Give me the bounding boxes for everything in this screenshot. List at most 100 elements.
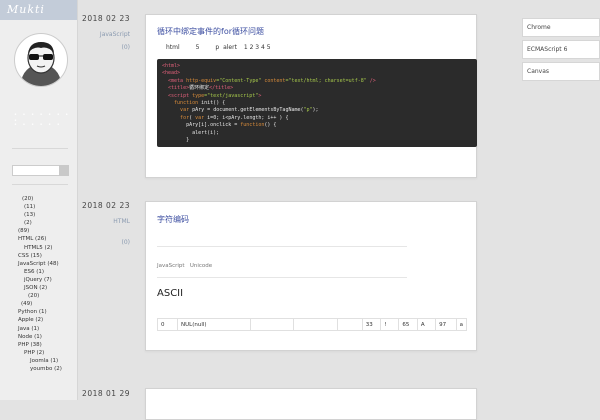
- post-title[interactable]: 循环中绑定事件的for循环问题: [157, 26, 264, 37]
- post-category[interactable]: HTML: [78, 218, 130, 225]
- tag-canvas[interactable]: Canvas: [522, 62, 600, 81]
- code-token: var: [195, 114, 208, 121]
- divider: [157, 277, 407, 278]
- sidebar-tag[interactable]: JSON (2): [0, 284, 77, 292]
- post-tags[interactable]: JavaScript Unicode: [157, 263, 212, 269]
- sidebar-tag[interactable]: (11): [0, 203, 77, 211]
- sidebar-tag[interactable]: (13): [0, 211, 77, 219]
- sidebar-tag[interactable]: (2): [0, 219, 77, 227]
- tag-chrome[interactable]: Chrome: [522, 18, 600, 37]
- section-heading: ASCII: [157, 288, 184, 299]
- sidebar-tag[interactable]: (20): [0, 195, 77, 203]
- search-button[interactable]: [59, 165, 69, 176]
- ascii-table: 0 NUL(null) 33 ! 65 A 97 a: [156, 318, 468, 331]
- table-cell: 97: [435, 318, 457, 331]
- code-token: <head>: [162, 70, 181, 77]
- code-token: >: [258, 92, 262, 99]
- code-token: init() {: [201, 100, 226, 107]
- code-token: ="text/html; charset=utf-8": [285, 77, 367, 84]
- code-token: document: [213, 107, 238, 114]
- post-date: 2018 01 29: [82, 389, 130, 398]
- sidebar-tag[interactable]: PHP (2): [0, 349, 77, 357]
- sidebar-tag[interactable]: HTML (26): [0, 235, 77, 243]
- sidebar-tag[interactable]: JavaScript (48): [0, 260, 77, 268]
- code-token: i=0; i<pAry.length; i++ ) {: [207, 114, 289, 121]
- intro-word: 5: [195, 44, 200, 51]
- code-line: <script type="text/javascript">: [162, 93, 472, 100]
- code-line: function init() {: [162, 100, 472, 107]
- sidebar-tag[interactable]: (89): [0, 227, 77, 235]
- post-title[interactable]: 字符编码: [157, 214, 189, 225]
- table-row: 0 NUL(null) 33 ! 65 A 97 a: [156, 318, 468, 331]
- table-cell: NUL(null): [177, 318, 251, 331]
- code-token: <script: [162, 92, 193, 99]
- sidebar-tag[interactable]: (20): [0, 292, 77, 300]
- code-token: alert(i);: [162, 129, 220, 136]
- table-cell: 33: [361, 318, 382, 331]
- code-token: var: [162, 107, 193, 114]
- table-cell: !: [380, 318, 400, 331]
- code-line: <head>: [162, 70, 472, 77]
- sidebar-tag[interactable]: ES6 (1): [0, 268, 77, 276]
- code-token: type: [192, 92, 205, 99]
- right-tag-panel: Chrome ECMAScript 6 Canvas: [522, 18, 600, 84]
- sidebar-tag[interactable]: CSS (15): [0, 252, 77, 260]
- code-token: ="Content-Type": [216, 77, 265, 84]
- table-cell: [293, 318, 338, 331]
- post-date: 2018 02 23: [82, 201, 130, 210]
- table-cell: [249, 318, 295, 331]
- sidebar-tag[interactable]: Node (1): [0, 333, 77, 341]
- code-token: for: [162, 114, 190, 121]
- code-token: pAry =: [192, 107, 214, 114]
- code-token: <html>: [162, 63, 181, 69]
- code-line: alert(i);: [162, 130, 472, 137]
- code-token: content: [264, 77, 286, 84]
- tag-list: (20) (11) (13) (2) (89) HTML (26) HTML5 (2) CSS…: [0, 195, 77, 373]
- sidebar-tag[interactable]: Apple (2): [0, 316, 77, 324]
- search-input[interactable]: [12, 165, 60, 176]
- code-token: />: [366, 77, 376, 84]
- sidebar-tag[interactable]: PHP (38): [0, 341, 77, 349]
- table-cell: A: [416, 318, 437, 331]
- post-category[interactable]: JavaScript: [78, 31, 130, 38]
- intro-word: alert: [223, 44, 237, 51]
- table-cell: 0: [156, 318, 179, 331]
- code-token: <title>: [162, 85, 190, 92]
- site-logo[interactable]: Mukti: [0, 0, 77, 20]
- sidebar-tag[interactable]: (49): [0, 300, 77, 308]
- post-card: 字符编码 JavaScript Unicode ASCII 0 NUL(null…: [145, 201, 477, 351]
- post-list: 2018 02 23 JavaScript (0) 循环中绑定事件的for循环问…: [78, 0, 508, 420]
- post-card: [145, 388, 477, 420]
- code-line: for( var i=0; i<pAry.length; i++ ) {: [162, 115, 472, 122]
- avatar[interactable]: [14, 33, 68, 87]
- divider: [12, 148, 68, 149]
- comment-count[interactable]: (0): [78, 239, 131, 246]
- side-motto-line: • • • • • •: [14, 122, 62, 128]
- sidebar-tag[interactable]: Java (1): [0, 325, 77, 333]
- post-meta: 2018 02 23 JavaScript (0): [78, 14, 130, 51]
- code-line: var pAry = document.getElementsByTagName…: [162, 107, 472, 114]
- sidebar: Mukti • • • • • • • • • • • • • • (20) (1…: [0, 0, 78, 400]
- sidebar-tag[interactable]: Python (1): [0, 308, 77, 316]
- comment-count[interactable]: (0): [78, 44, 131, 51]
- sidebar-tag[interactable]: Joomla (1): [0, 357, 77, 365]
- code-token: http-equiv: [186, 77, 217, 84]
- sidebar-tag[interactable]: jQuery (7): [0, 276, 77, 284]
- post-card: 循环中绑定事件的for循环问题 html 5 p alert 1 2 3 4 5…: [145, 14, 477, 178]
- code-token: </title>: [209, 85, 234, 92]
- table-cell: [336, 318, 363, 331]
- sidebar-tag[interactable]: youmbo (2): [0, 365, 77, 373]
- code-token: <meta: [162, 77, 187, 84]
- tag-ecmascript6[interactable]: ECMAScript 6: [522, 40, 600, 59]
- code-line: }: [162, 137, 472, 144]
- code-token: pAry[i].onclick =: [162, 122, 241, 129]
- sidebar-tag[interactable]: HTML5 (2): [0, 244, 77, 252]
- code-token: 循环绑定: [189, 85, 210, 92]
- post-meta: 2018 02 23 HTML (0): [78, 201, 130, 246]
- code-token: );: [312, 107, 319, 114]
- code-block: <html> <head> <meta http-equiv="Content-T…: [157, 59, 477, 147]
- divider: [157, 246, 407, 247]
- code-token: function: [162, 100, 202, 107]
- intro-word: 1 2 3 4 5: [243, 44, 271, 51]
- post-intro: html 5 p alert 1 2 3 4 5: [166, 44, 271, 51]
